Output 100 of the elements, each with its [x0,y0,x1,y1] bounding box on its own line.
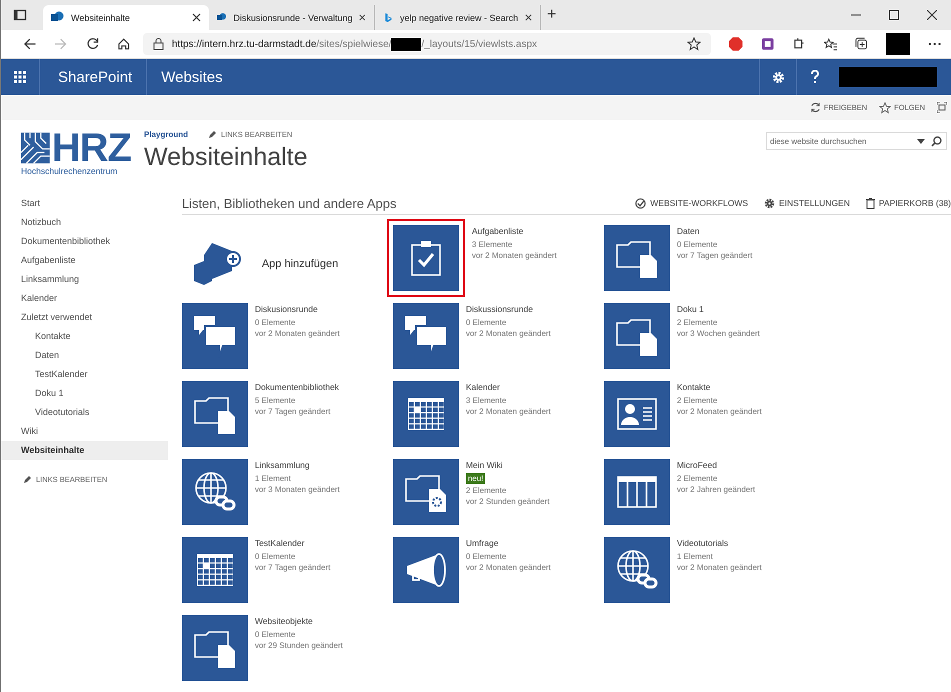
app-name-link[interactable]: Kontakte [676,381,762,393]
app-tile[interactable] [604,537,670,603]
app-tile[interactable] [604,381,670,447]
calendar-icon [406,397,445,431]
modified-text: vor 2 Monaten geändert [472,250,557,261]
item-count: 3 Elemente [466,395,508,406]
extension-icon[interactable] [792,37,806,51]
app-tile[interactable] [182,459,248,525]
redacted-profile [886,33,910,55]
app-tile[interactable] [182,381,248,447]
app-tile[interactable] [182,303,248,369]
sidebar-item[interactable]: Websiteinhalte [1,441,168,460]
sidebar-item[interactable]: Kontakte [1,327,168,346]
tab-actions-icon[interactable] [13,8,27,22]
pencil-icon [208,130,218,139]
search-field[interactable]: diese website durchsuchen [767,136,912,146]
circuit-logo-icon [21,131,50,165]
app-tile[interactable] [392,381,459,447]
item-count: 1 Element [676,551,714,562]
logo-text: HRZ [52,130,131,166]
suite-section-link[interactable]: Websites [147,59,237,95]
app-name-link[interactable]: TestKalender [254,537,330,549]
sidebar-item[interactable]: Notizbuch [1,213,168,232]
sidebar-item[interactable]: Kalender [1,289,168,308]
favorite-icon[interactable] [687,37,702,51]
modified-text: vor 7 Tagen geändert [676,250,752,261]
close-icon[interactable] [359,13,366,22]
close-icon[interactable] [192,13,201,22]
app-tile[interactable] [604,225,670,291]
favorites-icon[interactable] [824,37,837,51]
more-icon[interactable] [928,42,942,46]
app-name-link[interactable]: Kalender [466,381,551,393]
logo-subtitle: Hochschulrechenzentrum [21,166,118,176]
close-icon[interactable] [525,13,532,22]
content-action-link[interactable]: PAPIERKORB (38) [866,198,951,208]
app-tile[interactable] [386,219,465,297]
sidebar-item[interactable]: Daten [1,346,168,365]
app-name-link[interactable]: Websiteobjekte [254,615,343,627]
sidebar-item[interactable]: Start [1,194,168,213]
app-name-link[interactable]: Umfrage [466,537,551,549]
help-icon [810,70,820,84]
app-tile[interactable] [392,303,459,369]
item-count: 0 Elemente [254,317,296,328]
globe-link-icon [616,549,658,591]
modified-text: vor 2 Monaten geändert [466,406,551,417]
focus-icon[interactable] [937,102,947,113]
app-tile[interactable] [182,537,248,603]
search-box[interactable]: diese website durchsuchen [766,132,947,150]
app-name-link[interactable]: Doku 1 [676,303,760,315]
trash-icon [866,198,875,208]
item-count: 0 Elemente [254,551,296,562]
megaphone-icon [404,552,447,588]
app-name-link[interactable]: MicroFeed [676,459,756,471]
sidebar-item[interactable]: Dokumentenbibliothek [1,232,168,251]
app-name-link[interactable]: Daten [676,225,752,237]
app-tile[interactable] [604,459,670,525]
maximize-icon[interactable] [889,10,899,20]
app-tile[interactable] [392,537,459,603]
content-action-link[interactable]: WEBSITE-WORKFLOWS [635,198,748,208]
app-tile[interactable] [392,459,459,525]
app-tile[interactable] [604,303,670,369]
add-app-link[interactable]: App hinzufügen [262,258,338,270]
sidebar-item[interactable]: Aufgabenliste [1,251,168,270]
close-icon[interactable] [927,10,937,20]
sidebar-item[interactable]: Zuletzt verwendet [1,308,168,327]
new-tab-button[interactable]: + [547,6,556,24]
app-name-link[interactable]: Diskussionsrunde [466,303,551,315]
app-tile[interactable] [182,615,248,681]
content-action-link[interactable]: EINSTELLUNGEN [764,198,850,208]
search-icon[interactable] [931,136,942,146]
sidebar-item[interactable]: Linksammlung [1,270,168,289]
item-count: 0 Elemente [466,551,508,562]
contact-card-icon [616,398,657,430]
app-name-link[interactable]: Videotutorials [676,537,762,549]
share-icon [810,102,821,113]
sidebar-item[interactable]: Videotutorials [1,403,168,422]
app-name-link[interactable]: Aufgabenliste [472,225,557,237]
back-icon[interactable] [23,37,36,51]
collections-icon[interactable] [855,37,868,51]
app-name-link[interactable]: Diskusionsrunde [254,303,340,315]
sidebar-item[interactable]: Wiki [1,422,168,441]
new-badge: neu! [466,473,486,484]
modified-text: vor 7 Tagen geändert [254,406,332,417]
modified-text: vor 2 Jahren geändert [676,484,756,495]
browser-tab[interactable]: Websiteinhalte [43,5,209,30]
sidebar-item[interactable]: TestKalender [1,365,168,384]
site-link[interactable]: Playground [144,130,188,139]
reload-icon[interactable] [86,37,100,51]
dropdown-caret-icon[interactable] [917,138,926,144]
home-icon[interactable] [117,37,131,51]
adblock-icon[interactable] [729,37,743,51]
address-field[interactable]: https://intern.hrz.tu-darmstadt.de/sites/spielwiese/ /_layouts/15/viewlsts.aspx [142,33,712,55]
waffle-icon [14,71,26,83]
app-name-link[interactable]: Mein Wiki [466,459,550,471]
sidebar-item[interactable]: Doku 1 [1,384,168,403]
app-name-link[interactable]: Dokumentenbibliothek [254,381,339,393]
table-icon [616,476,657,508]
extension-icon[interactable] [760,37,774,51]
app-name-link[interactable]: Linksammlung [254,459,340,471]
add-app-icon[interactable] [192,241,244,287]
